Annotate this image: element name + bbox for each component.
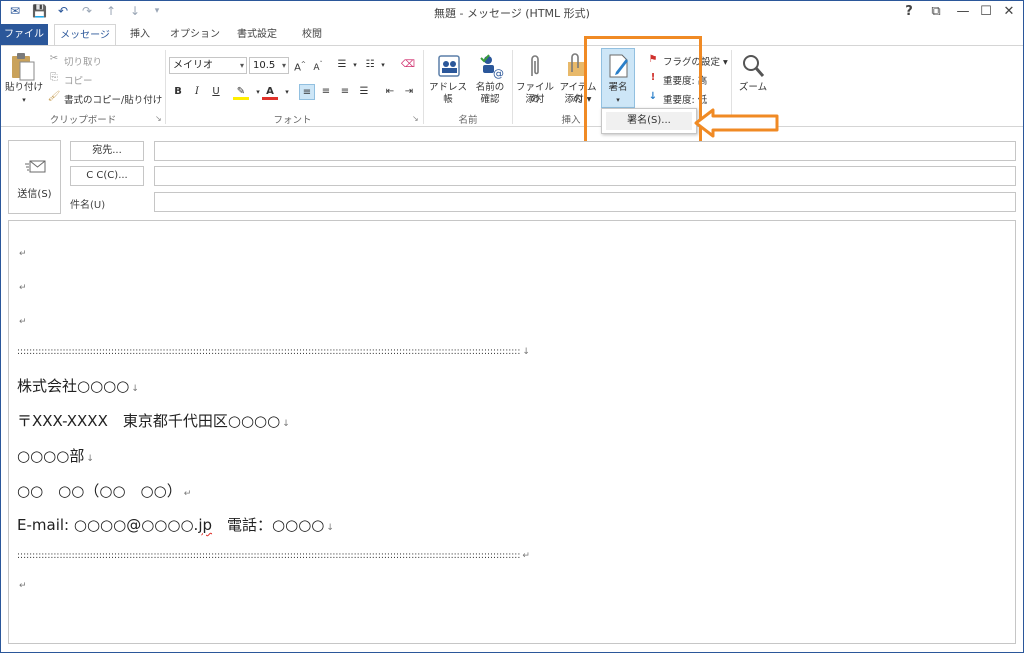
font-color-dropdown-icon[interactable]: ▾: [279, 84, 295, 100]
signature-dotline-top: ::::::::::::::::::::::::::::::::::::::::…: [17, 347, 530, 357]
copy-button[interactable]: コピー: [64, 73, 93, 87]
clipboard-launcher-icon[interactable]: ↘: [155, 114, 162, 123]
tab-options[interactable]: オプション: [166, 24, 224, 46]
ribbon: 貼り付け ▾ ✂ 切り取り ⎘ コピー 🖌 書式のコピー/貼り付け クリップボー…: [0, 45, 1024, 127]
phone-text: 電話：○○○○: [212, 516, 325, 534]
email-text: E-mail: ○○○○@○○○○.: [17, 516, 199, 534]
paragraph-mark: ↵: [19, 581, 27, 591]
send-label: 送信(S): [17, 189, 52, 200]
decrease-indent-icon[interactable]: ⇤: [382, 84, 398, 100]
numbering-dropdown-icon[interactable]: ▾: [375, 57, 391, 73]
italic-button[interactable]: I: [189, 84, 205, 100]
tab-message[interactable]: メッセージ: [54, 24, 116, 47]
address-book-icon[interactable]: [436, 53, 462, 79]
paste-dropdown-icon[interactable]: ▾: [4, 94, 44, 106]
justify-icon[interactable]: ☰: [356, 84, 372, 100]
to-field[interactable]: [154, 141, 1016, 161]
paperclip-icon[interactable]: [526, 52, 544, 80]
highlight-arrow: [694, 108, 779, 138]
dotline-text: ::::::::::::::::::::::::::::::::::::::::…: [17, 347, 521, 357]
bullets-dropdown-icon[interactable]: ▾: [347, 57, 363, 73]
title-bar: ✉ 💾 ↶ ↷ ↑ ↓ ▾ 無題 - メッセージ (HTML 形式) ? ⧉ —…: [0, 0, 1024, 24]
increase-indent-icon[interactable]: ⇥: [401, 84, 417, 100]
tab-review[interactable]: 校閲: [292, 24, 332, 46]
message-body[interactable]: ↵ ↵ ↵ ::::::::::::::::::::::::::::::::::…: [8, 220, 1016, 644]
cut-button[interactable]: 切り取り: [64, 54, 102, 68]
to-button[interactable]: 宛先...: [70, 141, 144, 161]
tab-file[interactable]: ファイル: [0, 24, 48, 46]
insert-group-label: 挿入: [561, 115, 581, 126]
check-names-icon[interactable]: @: [478, 53, 504, 80]
font-name-combo[interactable]: メイリオ ▾: [169, 57, 247, 74]
company-text: 株式会社○○○○: [17, 377, 130, 395]
address-text: 〒XXX-XXXX 東京都千代田区○○○○: [17, 412, 281, 430]
paragraph-mark: ↵: [19, 317, 27, 327]
separator: [165, 50, 166, 124]
tab-insert[interactable]: 挿入: [120, 24, 160, 46]
paragraph-mark: ↵: [19, 249, 27, 259]
chevron-down-icon: ▾: [281, 61, 286, 70]
paste-icon[interactable]: [8, 52, 36, 82]
signature-dotline-bottom: ::::::::::::::::::::::::::::::::::::::::…: [17, 551, 530, 561]
paragraph-mark: ↵: [19, 283, 27, 293]
ribbon-tabs: ファイル メッセージ 挿入 オプション 書式設定 校閲: [0, 24, 1024, 47]
name-text: ○○ ○○（○○ ○○）: [17, 482, 182, 500]
cut-icon[interactable]: ✂: [46, 51, 62, 67]
subject-field[interactable]: [154, 192, 1016, 212]
highlight-rectangle: [584, 36, 702, 149]
tab-format[interactable]: 書式設定: [228, 24, 286, 46]
separator: [423, 50, 424, 124]
email-tld-text: jp: [198, 516, 213, 534]
font-launcher-icon[interactable]: ↘: [412, 114, 419, 123]
separator: [512, 50, 513, 124]
help-button[interactable]: ?: [898, 2, 920, 22]
signature-contact: E-mail: ○○○○@○○○○.jp 電話：○○○○ ↓: [17, 516, 334, 534]
bold-button[interactable]: B: [170, 84, 186, 100]
font-color-icon[interactable]: A: [262, 84, 278, 100]
svg-text:@: @: [493, 67, 504, 79]
zoom-icon[interactable]: [740, 52, 766, 80]
shrink-font-icon[interactable]: Aˇ: [310, 57, 326, 73]
department-text: ○○○○部: [17, 447, 85, 465]
subject-label: 件名(U): [70, 200, 106, 211]
names-group-label: 名前: [458, 115, 478, 126]
signature-name: ○○ ○○（○○ ○○） ↵: [17, 482, 192, 500]
attach-file-line2[interactable]: 添付: [514, 94, 556, 106]
copy-icon[interactable]: ⎘: [46, 70, 62, 86]
underline-button[interactable]: U: [208, 84, 224, 100]
format-painter-button[interactable]: 書式のコピー/貼り付け: [64, 92, 162, 106]
minimize-icon[interactable]: —: [952, 2, 974, 22]
dotline-text: ::::::::::::::::::::::::::::::::::::::::…: [17, 551, 521, 561]
close-icon[interactable]: ✕: [998, 2, 1020, 22]
font-name-value: メイリオ: [173, 60, 213, 71]
chevron-down-icon: ▾: [239, 61, 244, 70]
font-group-label: フォント: [273, 115, 312, 126]
maximize-icon[interactable]: ☐: [975, 2, 997, 22]
font-size-combo[interactable]: 10.5 ▾: [249, 57, 289, 74]
send-button[interactable]: 送信(S): [8, 140, 61, 214]
cc-field[interactable]: [154, 166, 1016, 186]
align-left-icon[interactable]: ≡: [299, 84, 315, 100]
signature-company: 株式会社○○○○ ↓: [17, 377, 139, 395]
grow-font-icon[interactable]: A^: [292, 57, 308, 73]
clear-formatting-icon[interactable]: ⌫: [400, 57, 416, 73]
window-title: 無題 - メッセージ (HTML 形式): [434, 7, 590, 20]
paste-button[interactable]: 貼り付け: [4, 82, 44, 94]
format-painter-icon[interactable]: 🖌: [46, 89, 62, 105]
ribbon-display-icon[interactable]: ⧉: [925, 2, 947, 22]
address-book-button[interactable]: アドレス帳: [426, 82, 470, 106]
cc-button[interactable]: C C(C)...: [70, 166, 144, 186]
check-names-line1[interactable]: 名前の: [470, 82, 510, 94]
highlight-icon[interactable]: ✎: [233, 84, 249, 100]
font-size-value: 10.5: [253, 60, 276, 71]
align-right-icon[interactable]: ≡: [337, 84, 353, 100]
align-center-icon[interactable]: ≡: [318, 84, 334, 100]
signature-address: 〒XXX-XXXX 東京都千代田区○○○○ ↓: [17, 412, 290, 430]
clipboard-group-label: クリップボード: [49, 115, 117, 126]
signature-department: ○○○○部 ↓: [17, 447, 94, 465]
send-icon: [25, 159, 47, 175]
check-names-line2[interactable]: 確認: [470, 94, 510, 106]
zoom-button[interactable]: ズーム: [734, 82, 772, 94]
